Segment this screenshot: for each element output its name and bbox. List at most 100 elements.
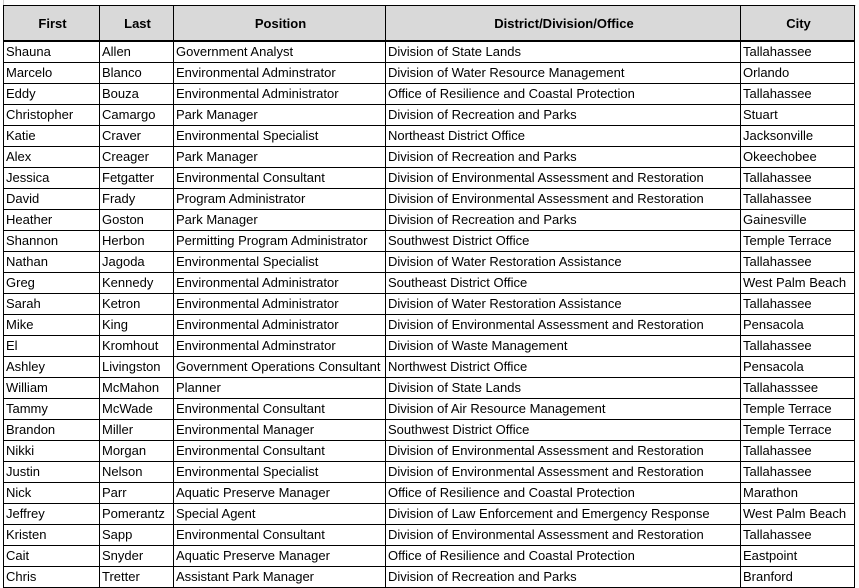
cell-district[interactable]: Division of State Lands <box>385 377 741 399</box>
cell-first[interactable]: Ashley <box>3 356 100 378</box>
cell-first[interactable]: Eddy <box>3 83 100 105</box>
cell-last[interactable]: Livingston <box>99 356 174 378</box>
cell-district[interactable]: Division of Environmental Assessment and… <box>385 461 741 483</box>
cell-position[interactable]: Program Administrator <box>173 188 386 210</box>
cell-first[interactable]: Heather <box>3 209 100 231</box>
cell-first[interactable]: William <box>3 377 100 399</box>
cell-city[interactable]: Gainesville <box>740 209 855 231</box>
cell-last[interactable]: Sapp <box>99 524 174 546</box>
cell-district[interactable]: Division of Environmental Assessment and… <box>385 167 741 189</box>
cell-city[interactable]: Temple Terrace <box>740 419 855 441</box>
cell-first[interactable]: Alex <box>3 146 100 168</box>
cell-first[interactable]: Sarah <box>3 293 100 315</box>
cell-first[interactable]: Tammy <box>3 398 100 420</box>
cell-last[interactable]: Kromhout <box>99 335 174 357</box>
cell-position[interactable]: Environmental Consultant <box>173 398 386 420</box>
cell-city[interactable]: West Palm Beach <box>740 503 855 525</box>
cell-position[interactable]: Environmental Specialist <box>173 251 386 273</box>
cell-city[interactable]: Marathon <box>740 482 855 504</box>
cell-position[interactable]: Environmental Manager <box>173 419 386 441</box>
cell-district[interactable]: Division of Environmental Assessment and… <box>385 524 741 546</box>
header-city[interactable]: City <box>740 5 855 42</box>
cell-last[interactable]: Ketron <box>99 293 174 315</box>
cell-first[interactable]: Cait <box>3 545 100 567</box>
cell-last[interactable]: Snyder <box>99 545 174 567</box>
cell-district[interactable]: Division of Water Resource Management <box>385 62 741 84</box>
cell-city[interactable]: Branford <box>740 566 855 588</box>
cell-district[interactable]: Office of Resilience and Coastal Protect… <box>385 482 741 504</box>
cell-position[interactable]: Environmental Administrator <box>173 272 386 294</box>
cell-district[interactable]: Division of Waste Management <box>385 335 741 357</box>
cell-first[interactable]: El <box>3 335 100 357</box>
cell-district[interactable]: Division of Environmental Assessment and… <box>385 440 741 462</box>
cell-last[interactable]: Miller <box>99 419 174 441</box>
cell-district[interactable]: Office of Resilience and Coastal Protect… <box>385 545 741 567</box>
cell-first[interactable]: Shauna <box>3 40 100 63</box>
cell-position[interactable]: Aquatic Preserve Manager <box>173 545 386 567</box>
cell-position[interactable]: Park Manager <box>173 146 386 168</box>
cell-position[interactable]: Environmental Administrator <box>173 314 386 336</box>
cell-position[interactable]: Special Agent <box>173 503 386 525</box>
cell-position[interactable]: Environmental Administrator <box>173 293 386 315</box>
cell-city[interactable]: Tallahassee <box>740 440 855 462</box>
cell-district[interactable]: Division of Recreation and Parks <box>385 104 741 126</box>
cell-position[interactable]: Environmental Specialist <box>173 125 386 147</box>
cell-district[interactable]: Division of Air Resource Management <box>385 398 741 420</box>
cell-city[interactable]: Orlando <box>740 62 855 84</box>
cell-city[interactable]: Pensacola <box>740 356 855 378</box>
cell-last[interactable]: King <box>99 314 174 336</box>
cell-position[interactable]: Aquatic Preserve Manager <box>173 482 386 504</box>
cell-last[interactable]: Fetgatter <box>99 167 174 189</box>
header-district[interactable]: District/Division/Office <box>385 5 741 42</box>
cell-city[interactable]: West Palm Beach <box>740 272 855 294</box>
cell-city[interactable]: Tallahassee <box>740 293 855 315</box>
cell-city[interactable]: Temple Terrace <box>740 398 855 420</box>
cell-first[interactable]: Mike <box>3 314 100 336</box>
cell-first[interactable]: Katie <box>3 125 100 147</box>
cell-first[interactable]: Marcelo <box>3 62 100 84</box>
cell-district[interactable]: Division of Environmental Assessment and… <box>385 188 741 210</box>
cell-position[interactable]: Permitting Program Administrator <box>173 230 386 252</box>
cell-last[interactable]: Craver <box>99 125 174 147</box>
cell-position[interactable]: Environmental Specialist <box>173 461 386 483</box>
cell-position[interactable]: Park Manager <box>173 209 386 231</box>
cell-district[interactable]: Division of Recreation and Parks <box>385 209 741 231</box>
cell-first[interactable]: Nick <box>3 482 100 504</box>
cell-city[interactable]: Tallahassee <box>740 188 855 210</box>
cell-last[interactable]: Pomerantz <box>99 503 174 525</box>
cell-last[interactable]: Jagoda <box>99 251 174 273</box>
cell-district[interactable]: Division of Environmental Assessment and… <box>385 314 741 336</box>
cell-city[interactable]: Stuart <box>740 104 855 126</box>
cell-district[interactable]: Southeast District Office <box>385 272 741 294</box>
cell-city[interactable]: Tallahassee <box>740 461 855 483</box>
cell-first[interactable]: Jeffrey <box>3 503 100 525</box>
cell-city[interactable]: Pensacola <box>740 314 855 336</box>
cell-district[interactable]: Division of State Lands <box>385 40 741 63</box>
cell-last[interactable]: Nelson <box>99 461 174 483</box>
header-first[interactable]: First <box>3 5 100 42</box>
cell-city[interactable]: Temple Terrace <box>740 230 855 252</box>
cell-last[interactable]: Kennedy <box>99 272 174 294</box>
cell-position[interactable]: Environmental Adminstrator <box>173 335 386 357</box>
cell-last[interactable]: Camargo <box>99 104 174 126</box>
cell-city[interactable]: Tallahasssee <box>740 377 855 399</box>
cell-district[interactable]: Division of Law Enforcement and Emergenc… <box>385 503 741 525</box>
cell-first[interactable]: Nikki <box>3 440 100 462</box>
cell-city[interactable]: Tallahassee <box>740 83 855 105</box>
cell-city[interactable]: Okeechobee <box>740 146 855 168</box>
cell-position[interactable]: Environmental Consultant <box>173 440 386 462</box>
cell-last[interactable]: Herbon <box>99 230 174 252</box>
cell-first[interactable]: Justin <box>3 461 100 483</box>
cell-district[interactable]: Southwest District Office <box>385 419 741 441</box>
cell-first[interactable]: Jessica <box>3 167 100 189</box>
cell-position[interactable]: Assistant Park Manager <box>173 566 386 588</box>
cell-first[interactable]: Kristen <box>3 524 100 546</box>
cell-district[interactable]: Division of Recreation and Parks <box>385 566 741 588</box>
cell-city[interactable]: Tallahassee <box>740 335 855 357</box>
cell-position[interactable]: Environmental Adminstrator <box>173 62 386 84</box>
cell-city[interactable]: Tallahassee <box>740 40 855 63</box>
cell-district[interactable]: Northwest District Office <box>385 356 741 378</box>
cell-position[interactable]: Environmental Consultant <box>173 524 386 546</box>
cell-first[interactable]: Brandon <box>3 419 100 441</box>
cell-last[interactable]: Frady <box>99 188 174 210</box>
